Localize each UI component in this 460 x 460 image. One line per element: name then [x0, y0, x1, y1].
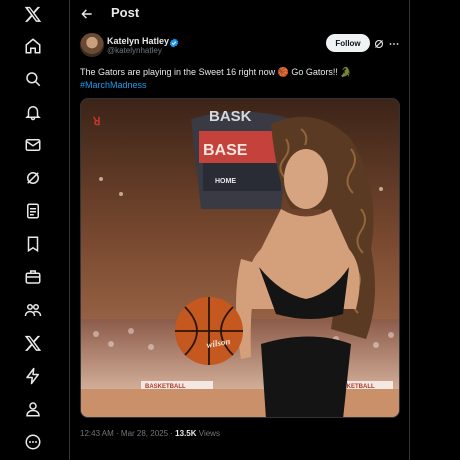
- watermark-logo: ꓤ: [92, 116, 101, 128]
- home-icon[interactable]: [20, 33, 46, 59]
- lists-icon[interactable]: [20, 198, 46, 224]
- media-illustration: BASK BASE HOME ꓤ BASKETBALL BASKETBALL w…: [81, 99, 399, 417]
- crocodile-emoji: 🐊: [340, 67, 352, 77]
- views-count: 13.5K: [175, 429, 197, 438]
- tweet-meta: 12:43 AM · Mar 28, 2025 · 13.5K Views: [80, 429, 220, 438]
- post-header: Post: [70, 0, 410, 28]
- premium-icon[interactable]: [20, 330, 46, 356]
- author-handle[interactable]: @katelynhatley: [107, 46, 162, 55]
- tweet-body-cont: Go Gators!!: [291, 67, 338, 77]
- explore-icon[interactable]: [20, 66, 46, 92]
- page-title: Post: [111, 5, 140, 20]
- tweet-body: The Gators are playing in the Sweet 16 r…: [80, 67, 276, 77]
- verified-badge-icon: [169, 35, 179, 48]
- jobs-icon[interactable]: [20, 264, 46, 290]
- sidebar: [0, 0, 70, 460]
- profile-icon[interactable]: [20, 396, 46, 422]
- grok-action-icon[interactable]: [373, 37, 385, 49]
- more-circle-icon[interactable]: [20, 429, 46, 455]
- communities-icon[interactable]: [20, 297, 46, 323]
- avatar[interactable]: [80, 33, 104, 57]
- follow-button[interactable]: Follow: [326, 34, 370, 52]
- scoreboard-text-top: BASK: [209, 108, 252, 125]
- grok-icon[interactable]: [20, 165, 46, 191]
- views-label: Views: [196, 429, 220, 438]
- notifications-icon[interactable]: [20, 99, 46, 125]
- back-arrow-icon[interactable]: [79, 6, 95, 22]
- bookmarks-icon[interactable]: [20, 231, 46, 257]
- tweet-media-image[interactable]: BASK BASE HOME ꓤ BASKETBALL BASKETBALL w…: [80, 98, 400, 418]
- messages-icon[interactable]: [20, 132, 46, 158]
- scoreboard-home-label: HOME: [215, 178, 236, 185]
- author-name[interactable]: Katelyn Hatley: [107, 36, 169, 46]
- verified-orgs-icon[interactable]: [20, 363, 46, 389]
- more-options-icon[interactable]: [388, 37, 400, 49]
- x-logo-icon[interactable]: [20, 1, 46, 27]
- hashtag-link[interactable]: #MarchMadness: [80, 80, 147, 90]
- basketball-emoji: 🏀: [277, 67, 289, 77]
- tweet-text: The Gators are playing in the Sweet 16 r…: [80, 66, 402, 92]
- tweet-timestamp[interactable]: 12:43 AM · Mar 28, 2025 ·: [80, 429, 175, 438]
- post-detail-column: Post Katelyn Hatley @katelynhatley Follo…: [70, 0, 410, 460]
- scoreboard-text-main: BASE: [203, 142, 248, 159]
